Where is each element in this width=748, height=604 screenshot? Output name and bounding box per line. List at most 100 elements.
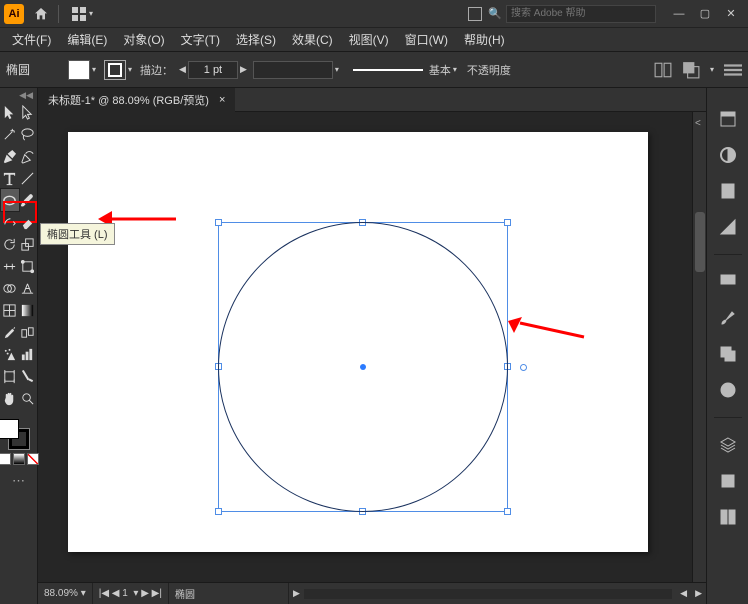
- menu-view[interactable]: 视图(V): [341, 28, 397, 51]
- menu-object[interactable]: 对象(O): [115, 28, 172, 51]
- color-panel-icon[interactable]: [717, 144, 739, 166]
- free-transform-tool[interactable]: [19, 255, 37, 277]
- stroke-width-decrement[interactable]: ◀: [179, 64, 186, 75]
- direct-selection-tool[interactable]: [19, 101, 37, 123]
- libraries-panel-icon[interactable]: [717, 180, 739, 202]
- arrange-documents-icon[interactable]: ▾: [71, 3, 93, 25]
- artboard-nav[interactable]: |◀ ◀ 1 ▾ ▶ ▶|: [93, 583, 169, 604]
- pen-tool[interactable]: [1, 145, 19, 167]
- menu-window[interactable]: 窗口(W): [397, 28, 456, 51]
- selection-handle-top-right[interactable]: [504, 219, 511, 226]
- home-icon[interactable]: [30, 3, 52, 25]
- asset-export-panel-icon[interactable]: [717, 470, 739, 492]
- scale-tool[interactable]: [19, 233, 37, 255]
- perspective-grid-tool[interactable]: [19, 277, 37, 299]
- fill-swatch[interactable]: [68, 60, 90, 80]
- shape-mode-dropdown-icon[interactable]: ▾: [710, 65, 714, 74]
- brushes-panel-icon[interactable]: [717, 307, 739, 329]
- paintbrush-tool[interactable]: [19, 189, 37, 211]
- menu-help[interactable]: 帮助(H): [456, 28, 513, 51]
- ellipse-tool[interactable]: [1, 189, 19, 211]
- shaper-tool[interactable]: [1, 211, 19, 233]
- canvas[interactable]: [38, 112, 692, 582]
- menu-effect[interactable]: 效果(C): [284, 28, 341, 51]
- hand-tool[interactable]: [1, 387, 19, 409]
- stroke-width-increment[interactable]: ▶: [240, 64, 247, 75]
- panel-collapse-icon[interactable]: <: [695, 118, 701, 129]
- gradient-tool[interactable]: [19, 299, 37, 321]
- zoom-level[interactable]: 88.09% ▾: [38, 583, 93, 604]
- color-guide-panel-icon[interactable]: [717, 216, 739, 238]
- style-preview-line: [353, 69, 423, 71]
- artboards-panel-icon[interactable]: [717, 506, 739, 528]
- options-menu-icon[interactable]: [724, 61, 742, 79]
- menu-select[interactable]: 选择(S): [228, 28, 284, 51]
- maximize-button[interactable]: ▢: [692, 4, 718, 24]
- stroke-swatch[interactable]: [104, 60, 126, 80]
- vertical-scrollbar-thumb[interactable]: [695, 212, 705, 272]
- rotate-tool[interactable]: [1, 233, 19, 255]
- window-controls: — ▢ ✕: [666, 4, 744, 24]
- fill-dropdown-icon[interactable]: ▾: [92, 65, 96, 74]
- horizontal-scrollbar[interactable]: [304, 589, 672, 599]
- selection-handle-bottom-left[interactable]: [215, 508, 222, 515]
- curvature-tool[interactable]: [19, 145, 37, 167]
- minimize-button[interactable]: —: [666, 4, 692, 24]
- stroke-panel-icon[interactable]: [717, 379, 739, 401]
- selection-handle-top-left[interactable]: [215, 219, 222, 226]
- artboard-tool[interactable]: [1, 365, 19, 387]
- mesh-tool[interactable]: [1, 299, 19, 321]
- stroke-width-input[interactable]: [188, 61, 238, 79]
- bridge-icon[interactable]: [468, 7, 482, 21]
- eraser-tool[interactable]: [19, 211, 37, 233]
- brush-dropdown-icon[interactable]: ▾: [335, 65, 339, 74]
- artboard[interactable]: [68, 132, 648, 552]
- graphic-style[interactable]: 基本 ▾: [353, 62, 457, 78]
- h-scroll-left-icon[interactable]: ◀: [680, 588, 687, 599]
- vertical-scrollbar[interactable]: <: [692, 112, 706, 582]
- swatches-panel-icon[interactable]: [717, 271, 739, 293]
- menu-edit[interactable]: 编辑(E): [59, 28, 115, 51]
- blend-tool[interactable]: [19, 321, 37, 343]
- slice-tool[interactable]: [19, 365, 37, 387]
- style-dropdown-icon[interactable]: ▾: [453, 65, 457, 74]
- width-tool[interactable]: [1, 255, 19, 277]
- close-button[interactable]: ✕: [718, 4, 744, 24]
- lasso-tool[interactable]: [19, 123, 37, 145]
- properties-panel-icon[interactable]: [717, 108, 739, 130]
- align-center-icon[interactable]: [654, 61, 672, 79]
- symbols-panel-icon[interactable]: [717, 343, 739, 365]
- layers-panel-icon[interactable]: [717, 434, 739, 456]
- color-mode-gradient[interactable]: [13, 453, 25, 465]
- document-tab-close-icon[interactable]: ×: [219, 94, 225, 106]
- selection-tool[interactable]: [1, 101, 19, 123]
- magic-wand-tool[interactable]: [1, 123, 19, 145]
- shape-mode-icon[interactable]: [682, 61, 700, 79]
- menu-file[interactable]: 文件(F): [4, 28, 59, 51]
- search-input[interactable]: [506, 5, 656, 23]
- h-scroll-right-icon[interactable]: ▶: [695, 588, 702, 599]
- selection-handle-bottom-right[interactable]: [504, 508, 511, 515]
- opacity-label[interactable]: 不透明度: [467, 62, 511, 78]
- symbol-sprayer-tool[interactable]: [1, 343, 19, 365]
- status-dropdown-icon[interactable]: ▶: [293, 588, 300, 599]
- status-bar: 88.09% ▾ |◀ ◀ 1 ▾ ▶ ▶| 椭圆 ▶ ◀ ▶: [38, 582, 706, 604]
- menu-type[interactable]: 文字(T): [173, 28, 228, 51]
- column-graph-tool[interactable]: [19, 343, 37, 365]
- annotation-arrow-right: [508, 317, 588, 341]
- shape-builder-tool[interactable]: [1, 277, 19, 299]
- selection-center-point[interactable]: [360, 364, 366, 370]
- eyedropper-tool[interactable]: [1, 321, 19, 343]
- toolbox-collapse-icon[interactable]: ◀◀: [19, 90, 37, 101]
- type-tool[interactable]: [1, 167, 19, 189]
- color-mode-solid[interactable]: [0, 453, 11, 465]
- pie-widget-handle[interactable]: [520, 364, 527, 371]
- zoom-tool[interactable]: [19, 387, 37, 409]
- fill-color-swatch[interactable]: [0, 419, 19, 439]
- document-tab[interactable]: 未标题-1* @ 88.09% (RGB/预览) ×: [38, 88, 235, 112]
- stroke-dropdown-icon[interactable]: ▾: [128, 65, 132, 74]
- separator: [58, 5, 59, 23]
- color-mode-none[interactable]: [27, 453, 39, 465]
- line-tool[interactable]: [19, 167, 37, 189]
- brush-definition[interactable]: [253, 61, 333, 79]
